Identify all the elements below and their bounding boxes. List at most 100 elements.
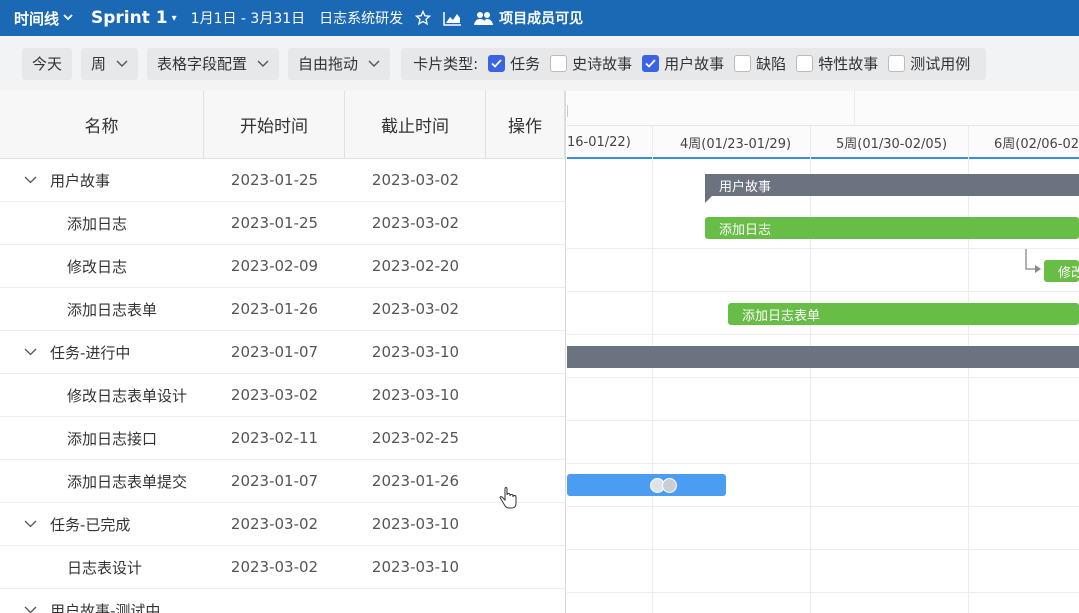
task-table: 名称 开始时间 截止时间 操作 用户故事 2023-01-25 2023-03-…	[0, 91, 566, 613]
timeline-week-header: 16-01/22) 4周(01/23-01/29) 5周(01/30-02/05…	[567, 126, 1079, 159]
avatar	[662, 478, 677, 493]
bar-label: 修改	[1058, 265, 1079, 281]
card-type-test-case[interactable]: 测试用例	[888, 53, 970, 74]
sprint-selector[interactable]: Sprint 1 ▾	[91, 8, 177, 28]
table-row[interactable]: 添加日志表单提交 2023-01-07 2023-01-26	[0, 460, 565, 503]
table-row[interactable]: 任务-进行中 2023-01-07 2023-03-10	[0, 331, 565, 374]
card-type-label: 卡片类型:	[413, 55, 479, 73]
row-start: 2023-02-11	[230, 429, 319, 447]
chevron-down-icon	[257, 60, 269, 68]
table-row[interactable]: 修改日志表单设计 2023-03-02 2023-03-10	[0, 374, 565, 417]
row-end: 2023-02-20	[371, 257, 460, 275]
table-row[interactable]: 添加日志接口 2023-02-11 2023-02-25	[0, 417, 565, 460]
week-label: 16-01/22)	[567, 135, 631, 150]
column-header-name[interactable]: 名称	[0, 91, 204, 158]
row-start: 2023-02-09	[230, 257, 319, 275]
checkbox-unchecked-icon[interactable]	[888, 55, 906, 72]
row-end: 2023-03-02	[371, 300, 460, 318]
table-row[interactable]: 用户故事-测试中	[0, 589, 565, 613]
table-row[interactable]: 任务-已完成 2023-03-02 2023-03-10	[0, 503, 565, 546]
column-header-start[interactable]: 开始时间	[204, 91, 345, 158]
gantt-task-bar[interactable]	[567, 474, 726, 496]
chevron-down-icon[interactable]	[24, 348, 42, 356]
row-name: 修改日志	[67, 257, 128, 276]
chevron-down-icon[interactable]	[24, 176, 42, 184]
sprint-label: Sprint 1	[91, 8, 168, 28]
chevron-down-icon	[63, 13, 73, 24]
table-row[interactable]: 用户故事 2023-01-25 2023-03-02	[0, 159, 565, 202]
row-name: 日志表设计	[67, 558, 143, 577]
column-header-end[interactable]: 截止时间	[345, 91, 486, 158]
week-label: 4周(01/23-01/29)	[680, 137, 792, 152]
row-start: 2023-01-07	[230, 472, 319, 490]
gantt-timeline[interactable]: 16-01/22) 4周(01/23-01/29) 5周(01/30-02/05…	[567, 91, 1079, 613]
row-end: 2023-03-10	[371, 558, 460, 576]
row-name: 添加日志	[67, 214, 128, 233]
table-row[interactable]: 添加日志表单 2023-01-26 2023-03-02	[0, 288, 565, 331]
checkbox-checked-icon[interactable]	[642, 55, 660, 72]
card-type-test-case-label: 测试用例	[910, 55, 971, 73]
card-type-bug[interactable]: 缺陷	[734, 53, 786, 74]
table-row[interactable]: 日志表设计 2023-03-02 2023-03-10	[0, 546, 565, 589]
row-name: 添加日志表单	[67, 300, 158, 319]
row-start: 2023-03-02	[230, 386, 319, 404]
row-name: 用户故事	[50, 171, 111, 190]
view-switcher[interactable]: 时间线	[14, 8, 73, 29]
project-name: 日志系统研发	[319, 11, 404, 27]
row-start: 2023-01-25	[230, 171, 319, 189]
chevron-down-icon	[116, 60, 128, 68]
row-name: 修改日志表单设计	[67, 386, 188, 405]
row-start: 2023-03-02	[230, 558, 319, 576]
drag-mode-dropdown[interactable]: 自由拖动	[288, 47, 391, 80]
bar-label: 添加日志	[719, 222, 772, 238]
card-type-filter: 卡片类型: 任务 史诗故事 用户故事 缺陷 特性故事 测试用例	[401, 47, 987, 80]
card-type-task[interactable]: 任务	[488, 53, 540, 74]
card-type-user-story[interactable]: 用户故事	[642, 53, 724, 74]
row-end: 2023-03-10	[371, 515, 460, 533]
dependency-arrow-icon	[1025, 249, 1041, 273]
table-row[interactable]: 修改日志 2023-02-09 2023-02-20	[0, 245, 565, 288]
gantt-group-bar[interactable]: 用户故事	[705, 174, 1079, 196]
row-name: 任务-已完成	[50, 515, 131, 534]
card-type-feature[interactable]: 特性故事	[796, 53, 878, 74]
row-end: 2023-03-10	[371, 343, 460, 361]
checkbox-unchecked-icon[interactable]	[550, 55, 568, 72]
gantt-group-bar[interactable]	[567, 346, 1079, 368]
chart-icon[interactable]	[443, 11, 462, 26]
card-type-feature-label: 特性故事	[818, 55, 879, 73]
row-end: 2023-03-10	[371, 386, 460, 404]
chevron-down-icon[interactable]	[24, 520, 42, 528]
table-header: 名称 开始时间 截止时间 操作	[0, 91, 565, 159]
star-icon[interactable]	[415, 10, 432, 26]
checkbox-unchecked-icon[interactable]	[734, 55, 752, 72]
row-name: 添加日志表单提交	[67, 472, 188, 491]
gantt-task-bar[interactable]: 添加日志表单	[728, 303, 1079, 325]
row-end: 2023-03-02	[371, 214, 460, 232]
checkbox-checked-icon[interactable]	[488, 55, 506, 72]
row-name: 用户故事-测试中	[50, 601, 161, 613]
scale-dropdown[interactable]: 周	[81, 47, 139, 80]
column-header-actions: 操作	[486, 91, 565, 158]
assignee-avatars[interactable]	[650, 478, 677, 493]
card-type-epic[interactable]: 史诗故事	[550, 53, 632, 74]
gantt-task-bar[interactable]: 添加日志	[705, 217, 1079, 239]
row-name: 添加日志接口	[67, 429, 158, 448]
checkbox-unchecked-icon[interactable]	[796, 55, 814, 72]
drag-mode-label: 自由拖动	[298, 55, 359, 73]
date-range: 1月1日 - 3月31日	[190, 11, 306, 27]
visibility-label: 项目成员可见	[499, 11, 584, 27]
members-icon	[474, 11, 494, 26]
row-start: 2023-03-02	[230, 515, 319, 533]
today-button[interactable]: 今天	[22, 47, 73, 80]
gantt-task-bar[interactable]: 修改	[1044, 260, 1079, 282]
chevron-down-icon[interactable]	[24, 606, 42, 613]
row-start: 2023-01-07	[230, 343, 319, 361]
chevron-down-icon	[368, 60, 380, 68]
week-label: 6周(02/06-02	[994, 137, 1079, 152]
caret-down-icon: ▾	[171, 12, 177, 24]
table-row[interactable]: 添加日志 2023-01-25 2023-03-02	[0, 202, 565, 245]
row-end: 2023-02-25	[371, 429, 460, 447]
field-config-dropdown[interactable]: 表格字段配置	[147, 47, 280, 80]
row-end: 2023-01-26	[371, 472, 460, 490]
card-type-bug-label: 缺陷	[756, 55, 787, 73]
